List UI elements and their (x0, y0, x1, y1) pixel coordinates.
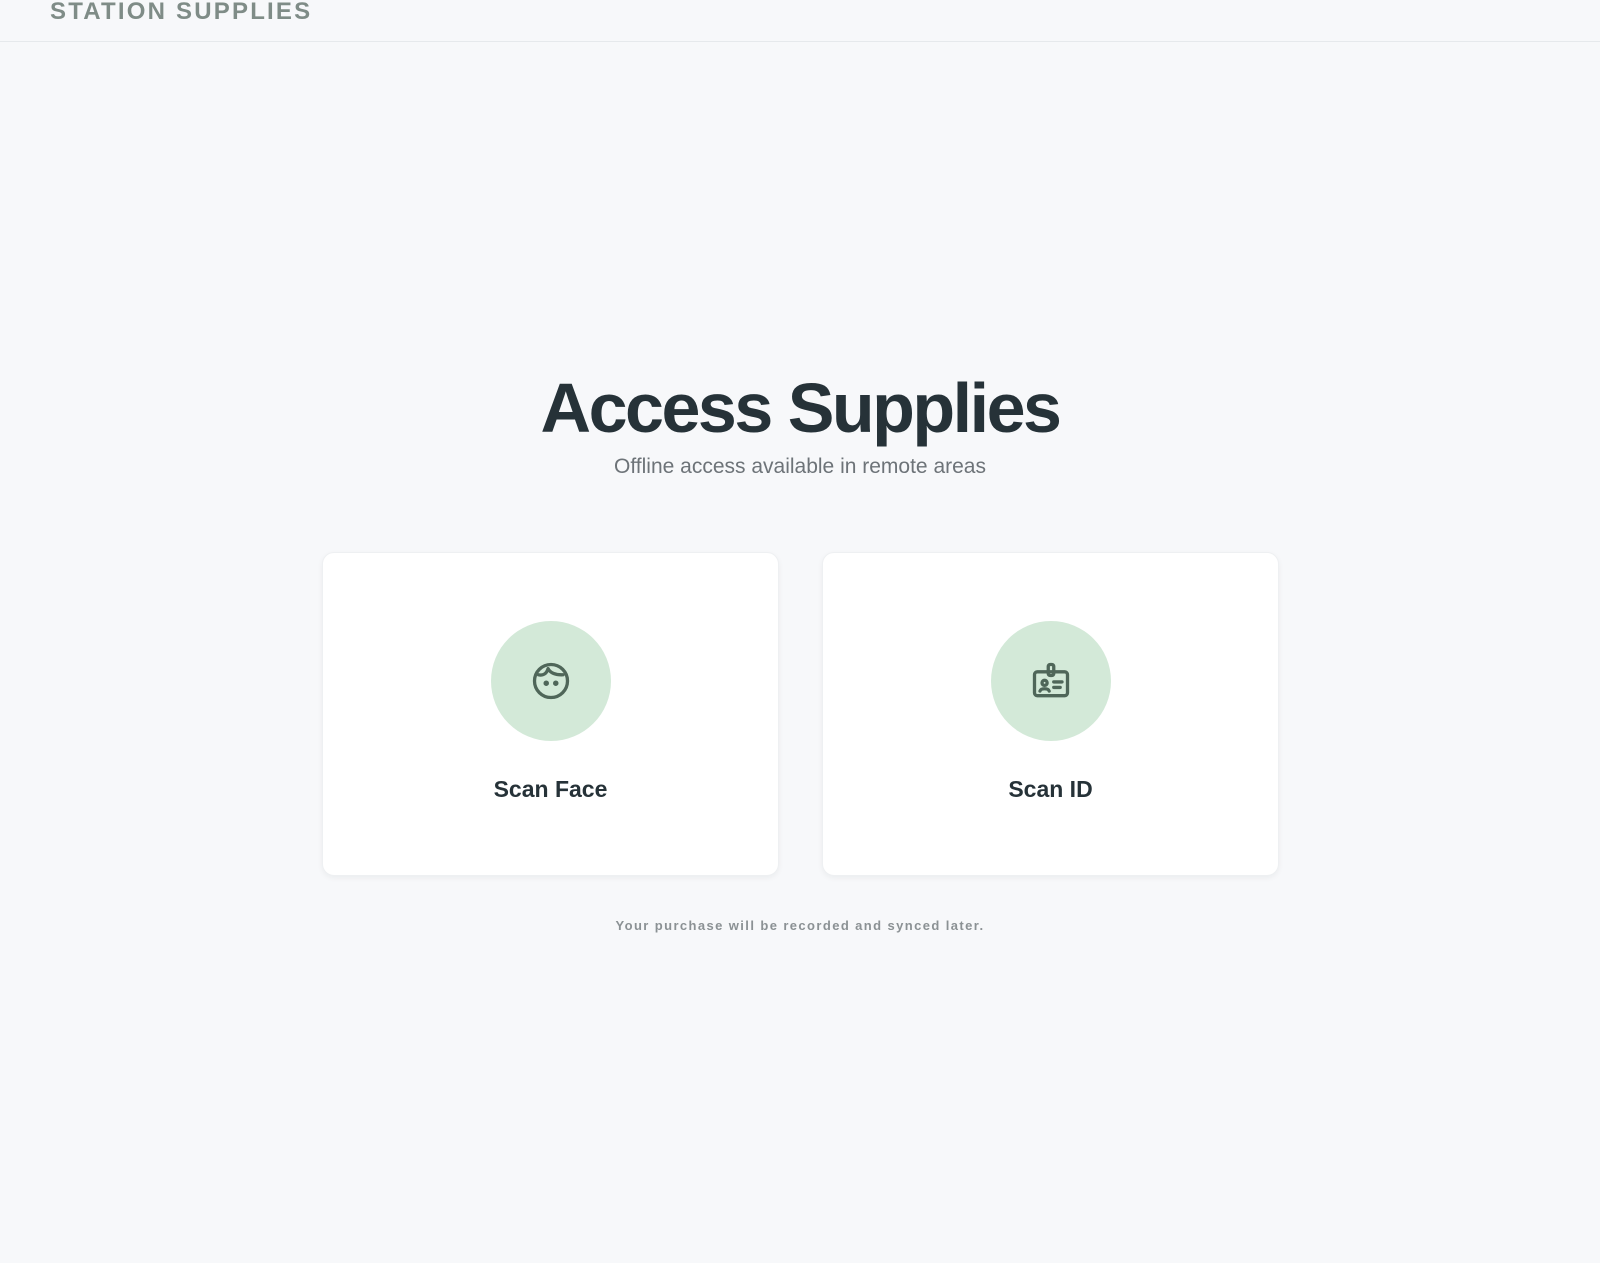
scan-id-card[interactable]: Scan ID (822, 552, 1279, 876)
scan-face-card[interactable]: Scan Face (322, 552, 779, 876)
top-bar: STATION SUPPLIES (0, 0, 1600, 42)
face-icon (532, 662, 570, 700)
options-grid: Scan Face Scan ID (322, 552, 1279, 876)
page-subtitle: Offline access available in remote areas (614, 455, 986, 478)
scan-id-icon-circle (991, 621, 1111, 741)
id-badge-icon (1032, 662, 1070, 698)
scan-id-label: Scan ID (1008, 776, 1093, 802)
page-title: Access Supplies (540, 369, 1062, 447)
sync-notice: Your purchase will be recorded and synce… (615, 918, 985, 933)
scan-face-icon-circle (491, 621, 611, 741)
hero: Access Supplies Offline access available… (0, 368, 1600, 480)
brand-title: STATION SUPPLIES (50, 0, 313, 25)
scan-face-label: Scan Face (493, 776, 608, 802)
